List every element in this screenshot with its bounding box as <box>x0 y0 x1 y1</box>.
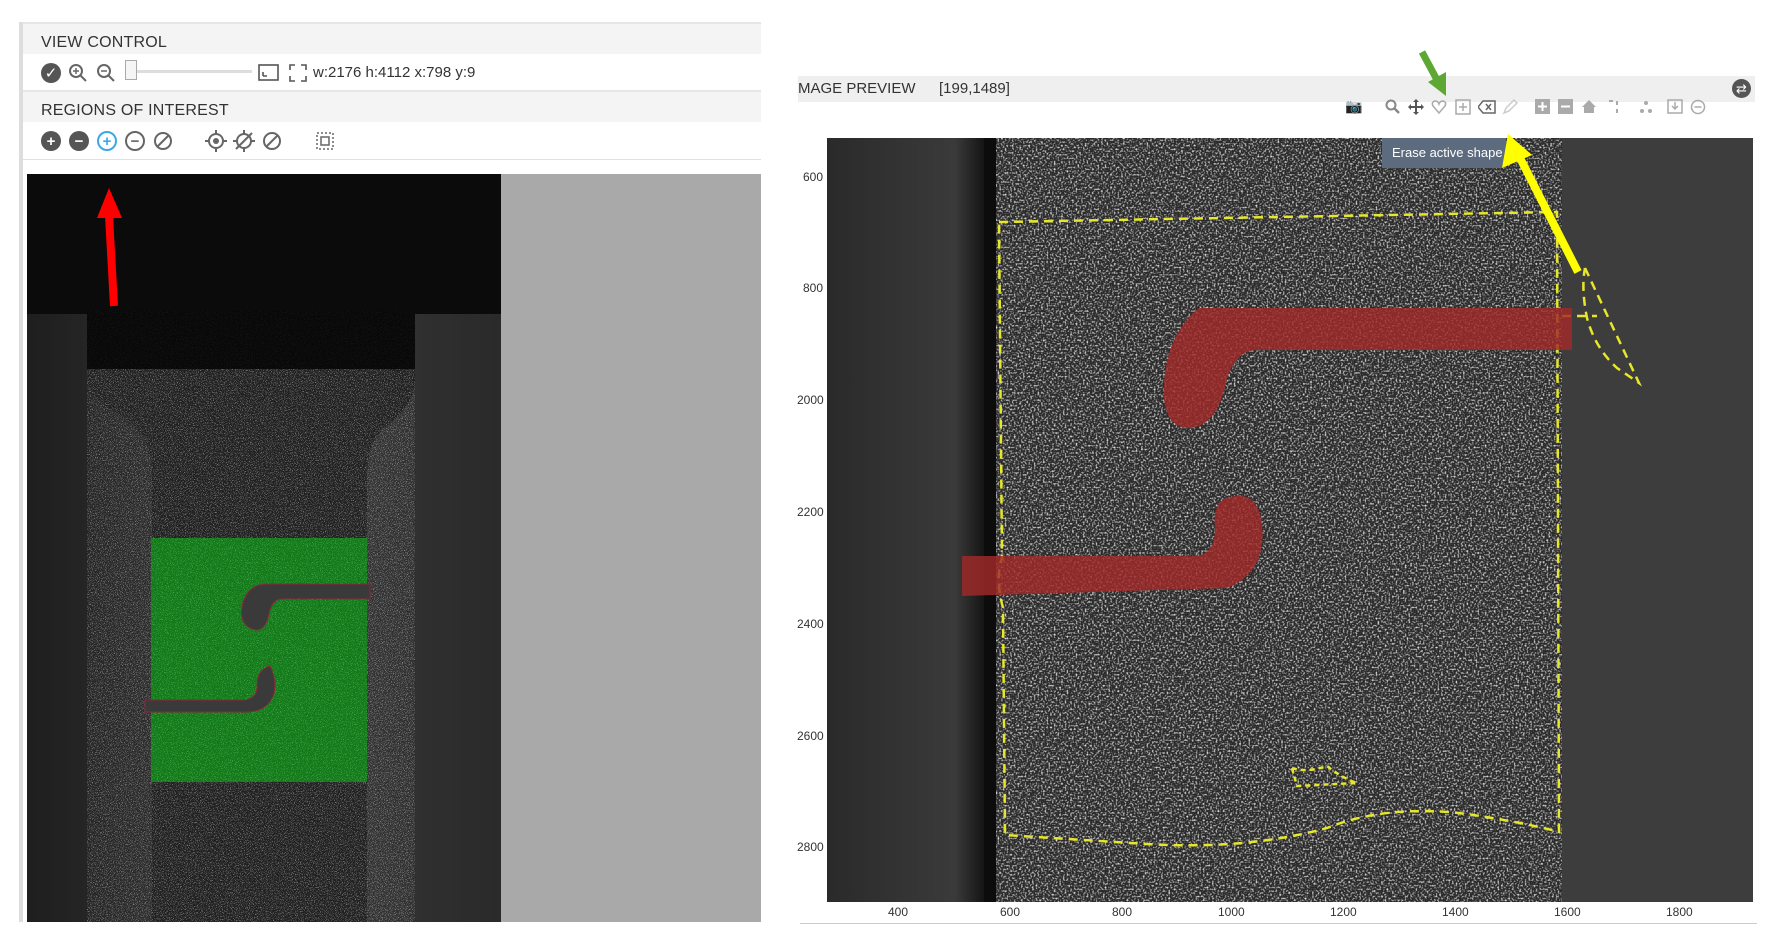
left-panel: VIEW CONTROL ✓ w:2176 h:4112 x:798 y:9 R… <box>19 22 761 922</box>
roi-toolbar: + − + − <box>23 122 761 160</box>
compare-icon[interactable] <box>1638 99 1654 114</box>
x-tick-label: 1400 <box>1442 905 1469 919</box>
refresh-icon[interactable]: ⇄ <box>1732 79 1751 98</box>
image-preview-title: MAGE PREVIEW <box>798 80 916 97</box>
x-axis-line <box>800 923 1757 924</box>
fullscreen-icon[interactable] <box>288 63 308 83</box>
clear-target-icon[interactable] <box>262 131 282 151</box>
zoom-in-plus-icon[interactable] <box>1535 99 1550 114</box>
spike-icon[interactable] <box>1607 99 1623 114</box>
erase-shape-tooltip: Erase active shape <box>1382 138 1506 168</box>
target-icon[interactable] <box>205 130 227 152</box>
zoom-slider-track[interactable] <box>126 70 252 73</box>
box-select-icon[interactable] <box>1455 99 1471 115</box>
lasso-icon[interactable] <box>1431 99 1447 115</box>
tooltip-text: Erase active shape <box>1392 145 1503 160</box>
preview-image <box>827 138 1753 902</box>
left-image-viewport[interactable] <box>27 174 761 922</box>
x-tick-label: 800 <box>1112 905 1133 919</box>
y-tick-label: 2400 <box>797 617 824 631</box>
zoom-out-minus-icon[interactable] <box>1558 99 1573 114</box>
pan-icon[interactable] <box>1408 99 1424 115</box>
dimensions-readout: w:2176 h:4112 x:798 y:9 <box>313 64 476 81</box>
x-tick-label: 1800 <box>1666 905 1693 919</box>
y-tick-label: 2000 <box>797 393 824 407</box>
download-icon[interactable] <box>1667 99 1683 114</box>
x-tick-label: 400 <box>888 905 909 919</box>
roi-title: REGIONS OF INTEREST <box>41 102 229 119</box>
clear-icon[interactable] <box>153 131 173 151</box>
red-annotation-arrow <box>97 188 122 307</box>
draw-icon[interactable] <box>1502 99 1518 115</box>
x-tick-label: 1000 <box>1218 905 1245 919</box>
preview-plot-area[interactable] <box>827 138 1753 902</box>
camera-icon[interactable]: 📷 <box>1345 98 1362 114</box>
remove-icon[interactable]: − <box>69 131 89 151</box>
view-control-header: VIEW CONTROL <box>23 22 761 58</box>
erase-icon[interactable] <box>1478 100 1496 114</box>
roi-header: REGIONS OF INTEREST <box>23 90 761 126</box>
fit-window-icon[interactable] <box>258 63 280 83</box>
add-shape-icon[interactable]: + <box>97 131 117 151</box>
y-tick-label: 2800 <box>797 840 824 854</box>
add-icon[interactable]: + <box>41 131 61 151</box>
home-icon[interactable] <box>1581 99 1597 114</box>
remove-shape-icon[interactable]: − <box>125 131 145 151</box>
minus-circle-icon[interactable] <box>1690 99 1706 115</box>
select-region-icon[interactable] <box>315 131 335 151</box>
x-tick-label: 1600 <box>1554 905 1581 919</box>
zoom-in-icon[interactable] <box>68 63 88 83</box>
y-tick-label: 2600 <box>797 729 824 743</box>
zoom-out-icon[interactable] <box>96 63 116 83</box>
x-tick-label: 600 <box>1000 905 1021 919</box>
zoom-slider-handle[interactable] <box>125 60 137 80</box>
target-cross-icon[interactable] <box>233 130 255 152</box>
y-tick-label: 600 <box>803 170 824 184</box>
zoom-icon[interactable] <box>1385 99 1401 115</box>
y-tick-label: 800 <box>803 281 824 295</box>
cursor-coords: [199,1489] <box>939 80 1010 97</box>
y-tick-label: 2200 <box>797 505 824 519</box>
x-tick-label: 1200 <box>1330 905 1357 919</box>
plot-modebar: 📷 <box>1345 98 1765 120</box>
view-control-toolbar: ✓ w:2176 h:4112 x:798 y:9 <box>23 54 761 92</box>
checkmark-icon[interactable]: ✓ <box>41 63 61 83</box>
view-control-title: VIEW CONTROL <box>41 34 167 51</box>
